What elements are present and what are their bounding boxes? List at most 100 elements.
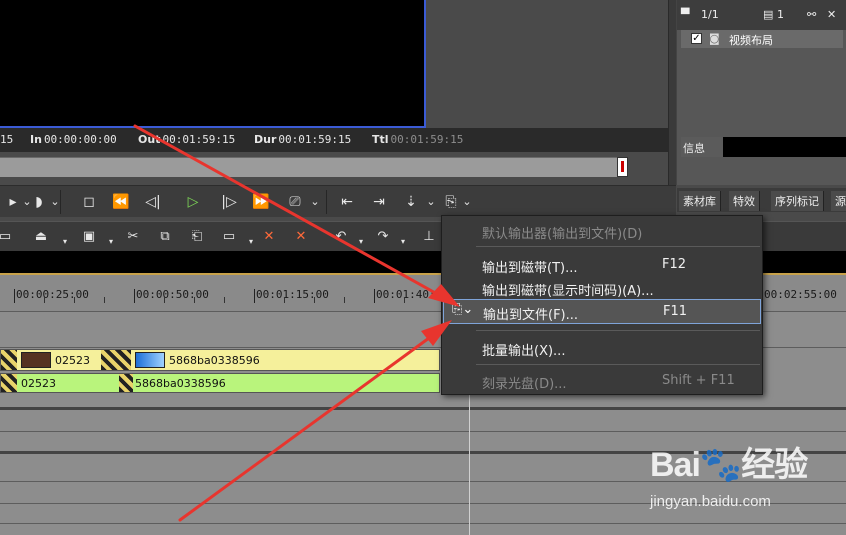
watermark-url: jingyan.baidu.com: [650, 493, 771, 510]
menu-separator: [476, 246, 760, 247]
layout-list-item[interactable]: ✓ ◙ 视频布局: [681, 30, 843, 48]
ruler-minor-tick: [194, 297, 195, 303]
right-panel: ▀ 1/1 ▤ 1 ⚯ ✕ ✓ ◙ 视频布局 信息 素材库 特效 序列标记 源: [676, 0, 846, 212]
current-timecode: 15: [0, 133, 14, 146]
dropdown-icon[interactable]: ▾: [398, 231, 408, 253]
ruler-minor-tick: [44, 297, 45, 303]
clip-label: 5868ba0338596: [135, 377, 226, 390]
page-indicator: 1/1: [701, 8, 719, 21]
video-track-clips[interactable]: 02523 5868ba0338596: [0, 349, 440, 371]
ruler-minor-tick: [104, 297, 105, 303]
marker-icon[interactable]: ⊥: [418, 226, 440, 248]
stop-icon[interactable]: ◻: [78, 191, 100, 213]
audio-track-clips[interactable]: 02523 5868ba0338596: [0, 373, 440, 393]
delete-icon[interactable]: ✕: [290, 226, 312, 248]
layout-toolbar: ▀ 1/1 ▤ 1 ⚯ ✕: [677, 0, 846, 30]
ruler-minor-tick: [284, 297, 285, 303]
ruler-minor-tick: [74, 297, 75, 303]
link-icon[interactable]: ⚯: [807, 8, 816, 21]
menu-item-batch-export[interactable]: 批量输出(X)...: [443, 337, 761, 359]
export-file-icon: ⎘⌄: [452, 302, 474, 317]
ruler-minor-tick: [314, 297, 315, 303]
ruler-tick: 00:00:50:00: [134, 288, 209, 303]
separator: [60, 190, 61, 214]
ruler-tick: 00:01:15:00: [254, 288, 329, 303]
out-timecode[interactable]: Out 00:01:59:15: [138, 133, 235, 146]
menu-item-export-to-tape-timecode[interactable]: 输出到磁带(显示时间码)(A)...: [443, 277, 761, 299]
dropdown-icon[interactable]: ▾: [246, 231, 256, 253]
count-value: 1: [777, 8, 784, 21]
clip-thumbnail: [135, 352, 165, 368]
tab-effects[interactable]: 特效: [729, 191, 760, 211]
ruler-tick: 00:01:40:00: [374, 288, 449, 303]
folder-icon[interactable]: ▭: [0, 226, 16, 248]
play-icon[interactable]: ▷: [182, 191, 204, 213]
ruler-minor-tick: [344, 297, 345, 303]
delete-ripple-icon[interactable]: ✕: [258, 226, 280, 248]
info-label: 信息: [681, 137, 723, 157]
preview-monitor: [0, 0, 426, 128]
count-icon[interactable]: ▤: [763, 8, 773, 21]
dropdown-icon[interactable]: ▾: [60, 231, 70, 253]
baidu-watermark: Bai🐾经验 jingyan.baidu.com: [628, 437, 828, 527]
layout-icon[interactable]: ▀: [681, 8, 689, 21]
menu-item-default-exporter: 默认输出器(输出到文件)(D): [482, 227, 643, 242]
go-to-in-icon[interactable]: ⇤: [336, 191, 358, 213]
ruler-minor-tick: [224, 297, 225, 303]
tab-library[interactable]: 素材库: [679, 191, 721, 211]
menu-item-export-to-tape[interactable]: 输出到磁带(T)... F12: [443, 254, 761, 276]
scrub-bar[interactable]: [0, 157, 628, 177]
dropdown-icon[interactable]: ⌄: [44, 191, 66, 213]
ruler-minor-tick: [404, 297, 405, 303]
dropdown-icon[interactable]: ▾: [356, 231, 366, 253]
info-row: 信息: [681, 137, 846, 157]
copy-icon[interactable]: ⧉: [154, 226, 176, 248]
insert-icon[interactable]: ⇣: [400, 191, 422, 213]
export-menu: 默认输出器(输出到文件)(D) 输出到磁带(T)... F12 输出到磁带(显示…: [441, 215, 763, 395]
watermark-brand: Bai🐾经验: [650, 446, 808, 484]
rewind-icon[interactable]: ⏪: [110, 191, 132, 213]
in-timecode[interactable]: In 00:00:00:00: [30, 133, 117, 146]
dropdown-icon[interactable]: ⌄: [420, 191, 442, 213]
tab-source[interactable]: 源: [831, 191, 846, 211]
menu-separator: [476, 330, 760, 331]
cut-icon[interactable]: ✂: [122, 226, 144, 248]
separator: [326, 190, 327, 214]
track-divider: [0, 407, 846, 410]
group-icon[interactable]: ▭: [218, 226, 240, 248]
step-forward-icon[interactable]: |▷: [218, 191, 240, 213]
fast-forward-icon[interactable]: ⏩: [250, 191, 272, 213]
tab-sequence-markers[interactable]: 序列标记: [771, 191, 824, 211]
clip-label: 02523: [21, 377, 56, 390]
ruler-tick: 00:00:25:00: [14, 288, 89, 303]
close-icon[interactable]: ✕: [827, 8, 836, 21]
clip-thumbnail: [21, 352, 51, 368]
transition-marker[interactable]: [101, 350, 131, 370]
panel-divider[interactable]: [668, 0, 676, 185]
menu-item-export-to-file[interactable]: 输出到文件(F)... F11: [443, 299, 761, 324]
ruler-tick: 00:02:55:00: [762, 288, 837, 303]
dropdown-icon[interactable]: ⌄: [304, 191, 326, 213]
layout-checkbox[interactable]: ✓: [691, 33, 702, 44]
go-to-out-icon[interactable]: ⇥: [368, 191, 390, 213]
import-icon[interactable]: ⏏: [30, 226, 52, 248]
export-dropdown-icon[interactable]: ⌄: [456, 191, 478, 213]
library-tabs: 素材库 特效 序列标记 源: [677, 188, 846, 212]
transition-marker[interactable]: [1, 374, 17, 392]
duration-timecode[interactable]: Dur 00:01:59:15: [254, 133, 351, 146]
paste-icon[interactable]: ⎗: [186, 226, 208, 248]
step-back-icon[interactable]: ◁|: [142, 191, 164, 213]
save-icon[interactable]: ▣: [78, 226, 100, 248]
redo-icon[interactable]: ↷: [372, 226, 394, 248]
dropdown-icon[interactable]: ▾: [106, 231, 116, 253]
menu-separator: [476, 364, 760, 365]
clip-label: 5868ba0338596: [169, 354, 260, 367]
paw-icon: 🐾: [699, 446, 742, 484]
transition-marker[interactable]: [119, 374, 133, 392]
undo-icon[interactable]: ↶: [330, 226, 352, 248]
transition-marker[interactable]: [1, 350, 17, 370]
scrub-handle[interactable]: [617, 157, 628, 177]
ruler-minor-tick: [164, 297, 165, 303]
clip-label: 02523: [55, 354, 90, 367]
loop-icon[interactable]: ⎚: [284, 191, 306, 213]
